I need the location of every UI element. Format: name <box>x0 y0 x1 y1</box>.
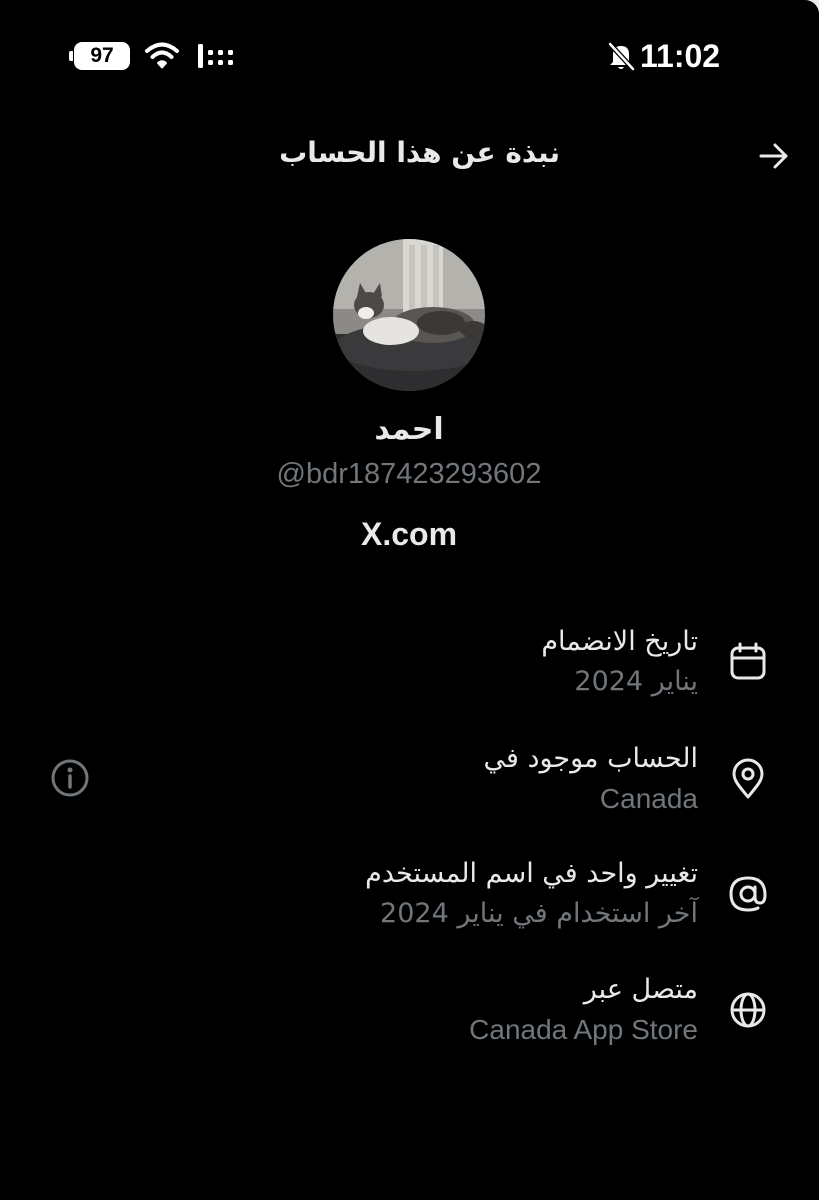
page-title: نبذة عن هذا الحساب <box>279 136 560 169</box>
location-label: الحساب موجود في <box>483 743 698 774</box>
avatar-image <box>333 239 485 391</box>
domain-link[interactable]: X.com <box>259 516 559 553</box>
info-row-connected-via: متصل عبر Canada App Store <box>0 970 819 1070</box>
status-bar: 97 11:02 <box>0 30 819 80</box>
info-row-join-date: تاريخ الانضمام يناير 2024 <box>0 622 819 722</box>
battery-nub <box>69 51 73 61</box>
globe-icon <box>730 992 766 1028</box>
username-changes-label: تغيير واحد في اسم المستخدم <box>365 858 698 889</box>
location-value: Canada <box>599 783 698 814</box>
calendar-icon <box>730 642 766 680</box>
info-icon[interactable] <box>48 756 92 800</box>
avatar[interactable] <box>333 239 485 391</box>
battery-indicator: 97 <box>74 42 130 70</box>
header: نبذة عن هذا الحساب <box>0 128 819 184</box>
connected-via-value: Canada App Store <box>469 1014 698 1045</box>
clock: 11:02 <box>640 38 721 74</box>
username-handle: @bdr187423293602 <box>276 458 542 490</box>
at-sign-icon <box>729 876 767 912</box>
wifi-icon <box>145 42 179 69</box>
about-account-screen: 97 11:02 نبذة عن هذا الحساب احمد @bdr187… <box>0 0 819 1200</box>
location-pin-icon <box>732 758 764 799</box>
info-row-location: الحساب موجود في Canada <box>0 739 819 839</box>
signal-icon <box>198 44 233 68</box>
bell-off-icon <box>608 42 635 71</box>
arrow-right-icon <box>759 143 788 169</box>
username-changes-value: آخر استخدام في يناير 2024 <box>380 898 698 929</box>
join-date-label: تاريخ الانضمام <box>541 626 698 657</box>
join-date-value: يناير 2024 <box>574 666 698 697</box>
display-name: احمد <box>374 412 444 447</box>
back-button[interactable] <box>748 132 800 180</box>
connected-via-label: متصل عبر <box>583 974 698 1005</box>
info-row-username-changes: تغيير واحد في اسم المستخدم آخر استخدام ف… <box>0 854 819 954</box>
